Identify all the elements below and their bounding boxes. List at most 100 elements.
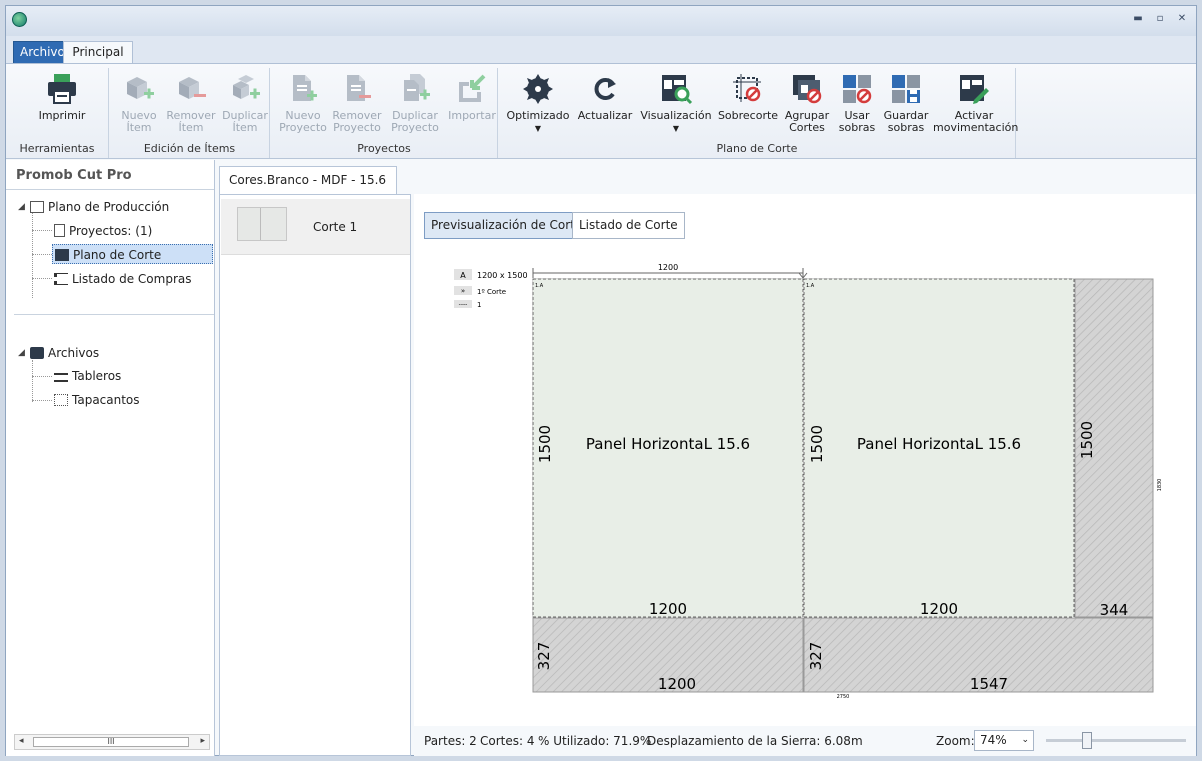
panel-2-width: 1200 (920, 600, 958, 618)
scrap-right-height: 1500 (1078, 421, 1096, 459)
tree-connector (32, 254, 52, 255)
status-partes: Partes: 2 (424, 734, 477, 748)
importar-button[interactable]: Importar (447, 72, 497, 122)
duplicar-proyecto-label-2: Proyecto (391, 121, 439, 134)
documents-icon (30, 201, 44, 213)
guardar-sobras-button[interactable]: Guardar sobras (881, 72, 931, 134)
ribbon-group-edicion: Nuevo Ítem Remover Ítem Duplicar Ítem Ed… (110, 68, 270, 158)
cut-plan-icon (55, 249, 69, 261)
agrupar-cortes-button[interactable]: Agrupar Cortes (783, 72, 831, 134)
scroll-right-arrow-icon[interactable]: ▸ (200, 736, 205, 746)
tree-item-plano-corte[interactable]: Plano de Corte (52, 244, 213, 264)
zoom-label: Zoom: (936, 734, 975, 748)
imprimir-button[interactable]: Imprimir (32, 72, 92, 122)
duplicate-document-icon (398, 72, 432, 106)
restore-button[interactable]: ▫ (1152, 12, 1168, 26)
sidebar-horizontal-scrollbar[interactable]: ◂ III ▸ (14, 734, 210, 750)
tree-item-plano-produccion[interactable]: Plano de Producción (30, 197, 169, 217)
tree-item-tableros[interactable]: Tableros (54, 366, 121, 386)
expand-arrow-icon[interactable]: ◢ (18, 348, 25, 358)
remover-item-label-2: Ítem (178, 121, 204, 134)
importar-label: Importar (448, 109, 496, 122)
scrap-bottom-right-height: 327 (807, 642, 825, 671)
status-cortes: Cortes: 4 (480, 734, 535, 748)
minimize-button[interactable]: ▬ (1130, 12, 1146, 26)
remove-document-icon (340, 72, 374, 106)
remover-proyecto-button[interactable]: Remover Proyecto (331, 72, 383, 134)
sidebar-panel: Promob Cut Pro ◢ Plano de Producción Pro… (6, 160, 215, 756)
panel-1-height: 1500 (536, 425, 554, 463)
movement-icon (957, 72, 991, 106)
tree-connector (32, 376, 52, 377)
app-logo-icon (12, 12, 27, 27)
duplicar-item-button[interactable]: Duplicar Ítem (220, 72, 270, 134)
scrap-bottom-left-height: 327 (535, 642, 553, 671)
tree-item-proyectos[interactable]: Proyectos: (1) (54, 221, 152, 241)
sheet-width-label: 2750 (837, 694, 850, 700)
cut-list-item[interactable]: Corte 1 (221, 199, 410, 255)
tab-principal[interactable]: Principal (63, 41, 133, 64)
remove-box-icon (174, 72, 208, 106)
expand-arrow-icon[interactable]: ◢ (18, 202, 25, 212)
tree-label: Listado de Compras (72, 272, 192, 286)
activar-movimentacion-button[interactable]: Activar movimentación (933, 72, 1018, 134)
title-bar: ▬ ▫ ✕ (6, 6, 1196, 36)
sidebar-title-divider (6, 189, 214, 190)
add-document-icon (286, 72, 320, 106)
status-utilizado: % Utilizado: 71.9% (538, 734, 652, 748)
remover-item-button[interactable]: Remover Ítem (166, 72, 216, 134)
tree-label: Tableros (72, 369, 122, 383)
group-label-edicion: Edición de Ítems (143, 142, 236, 155)
use-scraps-icon (840, 72, 874, 106)
imprimir-label: Imprimir (38, 109, 86, 122)
sobrecorte-button[interactable]: Sobrecorte (717, 72, 779, 122)
archive-box-icon (30, 347, 44, 359)
duplicar-item-label-2: Ítem (232, 121, 258, 134)
tree-label: Tapacantos (72, 393, 140, 407)
app-window: ▬ ▫ ✕ Archivo Principal Imprimir Herrami… (5, 5, 1197, 756)
group-label-herramientas: Herramientas (19, 142, 95, 155)
sidebar-title: Promob Cut Pro (16, 168, 132, 183)
ribbon-group-herramientas: Imprimir Herramientas (6, 68, 109, 158)
nuevo-item-label-2: Ítem (126, 121, 152, 134)
guardar-sobras-label-2: sobras (887, 121, 925, 134)
group-cuts-icon (790, 72, 824, 106)
optimizado-button[interactable]: Optimizado ▼ (505, 72, 571, 135)
tree-item-listado-compras[interactable]: Listado de Compras (54, 269, 191, 289)
status-desplazamiento: Desplazamiento de la Sierra: 6.08m (647, 734, 863, 748)
legend-key-a-text: A (460, 271, 466, 280)
tree-label: Plano de Producción (48, 200, 170, 214)
tree-connector (32, 278, 52, 279)
visualizacion-button[interactable]: Visualización ▼ (639, 72, 713, 135)
group-label-proyectos: Proyectos (357, 142, 411, 155)
document-icon (54, 224, 65, 237)
zoom-select[interactable]: 74% ⌄ (974, 730, 1034, 751)
tree-label: Plano de Corte (73, 248, 162, 262)
refresh-icon (588, 72, 622, 106)
nuevo-proyecto-button[interactable]: Nuevo Proyecto (277, 72, 329, 134)
legend-dimension: 1200 x 1500 (477, 271, 528, 280)
zoom-slider[interactable] (1046, 732, 1186, 749)
tree-connector (32, 360, 33, 402)
saw-blade-icon (521, 72, 555, 106)
printer-icon (45, 72, 79, 106)
ribbon: Imprimir Herramientas Nuevo Ítem Remover… (6, 63, 1196, 159)
zoom-value: 74% (980, 733, 1007, 747)
tree-connector (32, 400, 52, 401)
scroll-left-arrow-icon[interactable]: ◂ (19, 736, 24, 746)
legend-key-c-text: ---- (459, 301, 468, 308)
duplicar-proyecto-button[interactable]: Duplicar Proyecto (389, 72, 441, 134)
dropdown-arrow-icon: ▼ (534, 124, 542, 133)
legend-key-b-text: » (461, 287, 465, 295)
document-tab[interactable]: Cores.Branco - MDF - 15.6 (1) (219, 166, 397, 213)
tree-item-archivos[interactable]: Archivos (30, 343, 99, 363)
nuevo-item-button[interactable]: Nuevo Ítem (116, 72, 162, 134)
usar-sobras-button[interactable]: Usar sobras (835, 72, 879, 134)
tree-item-tapacantos[interactable]: Tapacantos (54, 390, 140, 410)
actualizar-button[interactable]: Actualizar (577, 72, 633, 122)
scrap-bottom-left-width: 1200 (658, 675, 696, 693)
close-button[interactable]: ✕ (1174, 12, 1190, 26)
scrollbar-thumb[interactable]: III (33, 737, 189, 747)
zoom-slider-thumb[interactable] (1082, 732, 1093, 749)
boards-icon (54, 373, 68, 382)
